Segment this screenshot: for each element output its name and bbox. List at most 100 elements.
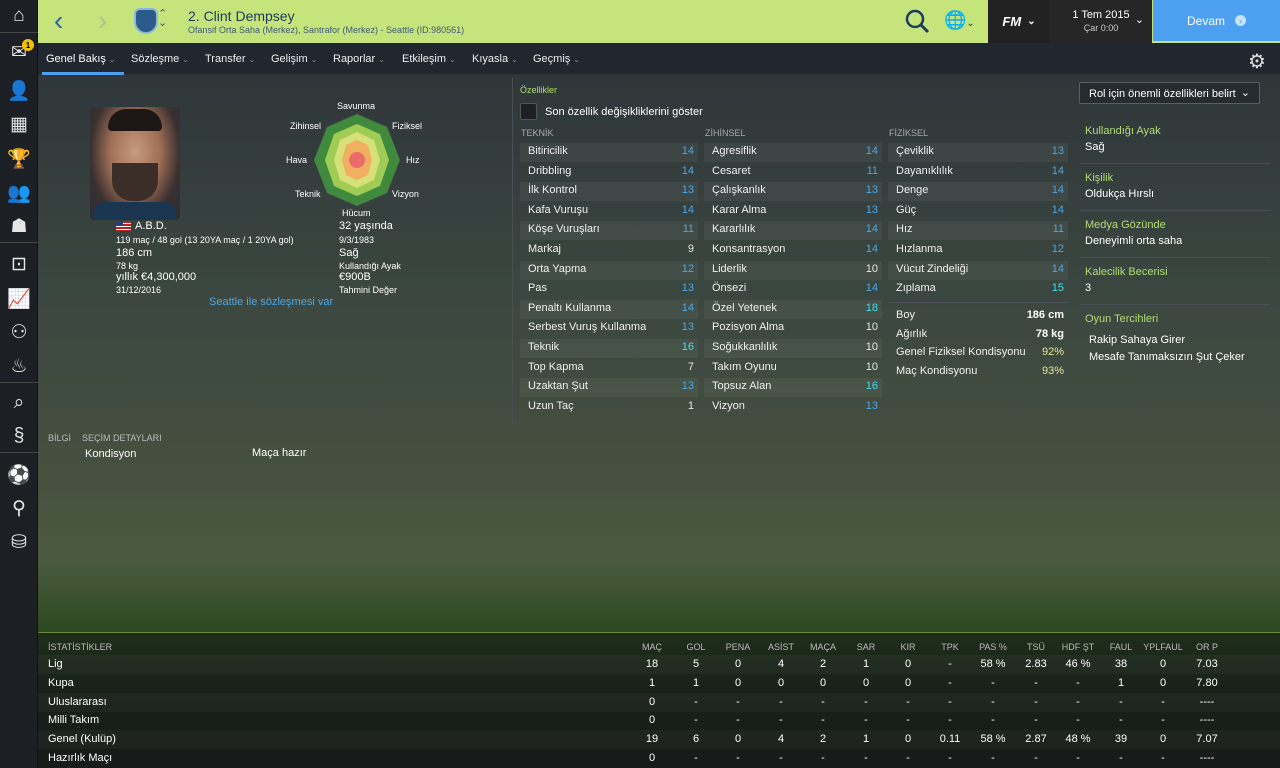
- tab-development[interactable]: Gelişim ⌄: [271, 53, 317, 65]
- fm-menu-button[interactable]: FM ⌄: [988, 0, 1050, 43]
- attribute-row[interactable]: Topsuz Alan 16: [704, 378, 882, 398]
- date-box[interactable]: 1 Tem 2015 Çar 0:00 ⌄: [1050, 0, 1152, 43]
- attribute-row[interactable]: Orta Yapma 12: [520, 260, 698, 280]
- stat-row[interactable]: Hazırlık Maçı 0- - - - - - - - - - - - ----: [38, 749, 1280, 768]
- tab-contract[interactable]: Sözleşme ⌄: [131, 53, 189, 65]
- attribute-row[interactable]: Soğukkanlılık 10: [704, 339, 882, 358]
- youth-icon[interactable]: ⚲: [0, 492, 38, 525]
- attribute-row[interactable]: Vücut Zindeliği 14: [888, 260, 1068, 280]
- finance-icon[interactable]: ⛁: [0, 526, 38, 559]
- attribute-row[interactable]: Özel Yetenek 18: [704, 299, 882, 319]
- tactics-icon[interactable]: ⊡: [0, 248, 38, 281]
- stat-column-header[interactable]: PAS %: [973, 642, 1013, 652]
- team-report-icon[interactable]: ☗: [0, 210, 38, 243]
- role-dropdown[interactable]: Rol için önemli özellikleri belirt ⌄: [1079, 82, 1260, 104]
- squad-icon[interactable]: 👤: [0, 74, 38, 107]
- stat-column-header[interactable]: TSÜ: [1016, 642, 1056, 652]
- tab-interaction[interactable]: Etkileşim ⌄: [402, 53, 456, 65]
- stat-column-header[interactable]: KIR: [888, 642, 928, 652]
- stat-column-header[interactable]: MAÇ: [632, 642, 672, 652]
- home-icon[interactable]: ⌂: [0, 0, 38, 33]
- usa-flag-icon: [116, 221, 131, 231]
- staff-icon[interactable]: 👥: [0, 176, 38, 209]
- transfers-icon[interactable]: §: [0, 420, 38, 453]
- attribute-row[interactable]: Uzun Taç 1: [520, 398, 698, 417]
- attribute-row[interactable]: Kararlılık 14: [704, 221, 882, 241]
- tab-compare[interactable]: Kıyasla ⌄: [472, 53, 518, 65]
- stat-column-header[interactable]: FAUL: [1101, 642, 1141, 652]
- stat-row[interactable]: Milli Takım 0- - - - - - - - - - - - ----: [38, 711, 1280, 730]
- stat-column-header[interactable]: PENA: [718, 642, 758, 652]
- stats-icon[interactable]: 📈: [0, 282, 38, 315]
- stat-column-header[interactable]: TPK: [930, 642, 970, 652]
- attribute-row[interactable]: Hızlanma 12: [888, 241, 1068, 260]
- tab-history[interactable]: Geçmiş ⌄: [533, 53, 580, 65]
- attribute-row[interactable]: Uzaktan Şut 13: [520, 378, 698, 398]
- radar-label-physical: Fiziksel: [392, 121, 423, 131]
- attribute-row[interactable]: Vizyon 13: [704, 398, 882, 417]
- tab-overview[interactable]: Genel Bakış ⌄: [46, 53, 116, 65]
- club-icon[interactable]: ⚽: [0, 458, 38, 491]
- attribute-row[interactable]: Pozisyon Alma 10: [704, 319, 882, 338]
- reorder-icon[interactable]: ⌃ ⌄: [158, 9, 167, 29]
- globe-icon[interactable]: 🌐⌄: [944, 10, 978, 32]
- attribute-row[interactable]: Serbest Vuruş Kullanma 13: [520, 319, 698, 338]
- attribute-row[interactable]: Denge 14: [888, 182, 1068, 202]
- stat-column-header[interactable]: ASİST: [761, 642, 801, 652]
- info-tab[interactable]: BİLGİ: [48, 433, 71, 443]
- tab-transfer[interactable]: Transfer ⌄: [205, 53, 255, 65]
- continue-button[interactable]: Devam ›: [1153, 0, 1280, 41]
- stat-column-header[interactable]: GOL: [676, 642, 716, 652]
- attribute-row[interactable]: Zıplama 15: [888, 280, 1068, 299]
- gear-icon[interactable]: ⚙: [1248, 49, 1266, 74]
- dropdown-chevron-icon: ⌄: [1240, 87, 1250, 99]
- stat-row[interactable]: Uluslararası 0- - - - - - - - - - - - ----: [38, 693, 1280, 712]
- stat-row[interactable]: Lig 18 5 0 4 2 1 0 - 58 % 2.83 46 % 38 0 7.03: [38, 655, 1280, 674]
- attribute-row[interactable]: Dribbling 14: [520, 163, 698, 182]
- attribute-row[interactable]: Top Kapma 7: [520, 359, 698, 378]
- attribute-row[interactable]: Cesaret 11: [704, 163, 882, 182]
- stat-column-header[interactable]: SAR: [846, 642, 886, 652]
- attribute-row[interactable]: Markaj 9: [520, 241, 698, 260]
- stat-column-header[interactable]: MAÇA: [803, 642, 843, 652]
- attribute-row[interactable]: Hız 11: [888, 221, 1068, 241]
- attribute-row[interactable]: Pas 13: [520, 280, 698, 299]
- attribute-row[interactable]: Takım Oyunu 10: [704, 359, 882, 378]
- attribute-row[interactable]: Bitiricilik 14: [520, 143, 698, 162]
- forward-arrow-icon[interactable]: ›: [98, 4, 107, 38]
- training-icon[interactable]: ⚇: [0, 316, 38, 349]
- scouting-search-icon[interactable]: ⌕: [0, 386, 38, 419]
- calendar-icon[interactable]: ▦: [0, 108, 38, 141]
- attribute-row[interactable]: Konsantrasyon 14: [704, 241, 882, 260]
- attribute-name: Denge: [896, 184, 929, 197]
- attribute-row[interactable]: İlk Kontrol 13: [520, 182, 698, 202]
- attribute-row[interactable]: Kafa Vuruşu 14: [520, 202, 698, 221]
- radar-label-vision: Vizyon: [392, 189, 419, 199]
- contract-link[interactable]: Seattle ile sözleşmesi var: [209, 296, 333, 308]
- attribute-row[interactable]: Teknik 16: [520, 339, 698, 358]
- attribute-row[interactable]: Çeviklik 13: [888, 143, 1068, 162]
- stat-column-header[interactable]: OR P: [1187, 642, 1227, 652]
- stat-row[interactable]: Genel (Kulüp) 19 6 0 4 2 1 0 0.11 58 % 2.87 48 % 39 0…: [38, 730, 1280, 749]
- attribute-row[interactable]: Dayanıklılık 14: [888, 163, 1068, 182]
- attribute-row[interactable]: Çalışkanlık 13: [704, 182, 882, 202]
- attribute-row[interactable]: Güç 14: [888, 202, 1068, 221]
- attribute-row[interactable]: Agresiflik 14: [704, 143, 882, 162]
- trophy-icon[interactable]: 🏆: [0, 142, 38, 175]
- attribute-row[interactable]: Köşe Vuruşları 11: [520, 221, 698, 241]
- show-changes-checkbox[interactable]: [520, 103, 537, 120]
- attribute-row[interactable]: Liderlik 10: [704, 260, 882, 280]
- attribute-row[interactable]: Karar Alma 13: [704, 202, 882, 221]
- attribute-row[interactable]: Önsezi 14: [704, 280, 882, 299]
- back-arrow-icon[interactable]: ‹: [54, 4, 63, 38]
- medical-icon[interactable]: ♨: [0, 350, 38, 383]
- search-icon[interactable]: [904, 8, 930, 34]
- attribute-name: Markaj: [528, 243, 562, 255]
- selection-details-tab[interactable]: SEÇİM DETAYLARI: [82, 433, 162, 443]
- stat-cell: -: [991, 695, 995, 708]
- tab-reports[interactable]: Raporlar ⌄: [333, 53, 385, 65]
- stat-row[interactable]: Kupa 1 1 0 0 0 0 0 - - - - 1 0 7.80: [38, 674, 1280, 693]
- stat-column-header[interactable]: HDF ŞT: [1058, 642, 1098, 652]
- attribute-row[interactable]: Penaltı Kullanma 14: [520, 299, 698, 319]
- stat-column-header[interactable]: YPLFAUL: [1143, 642, 1183, 652]
